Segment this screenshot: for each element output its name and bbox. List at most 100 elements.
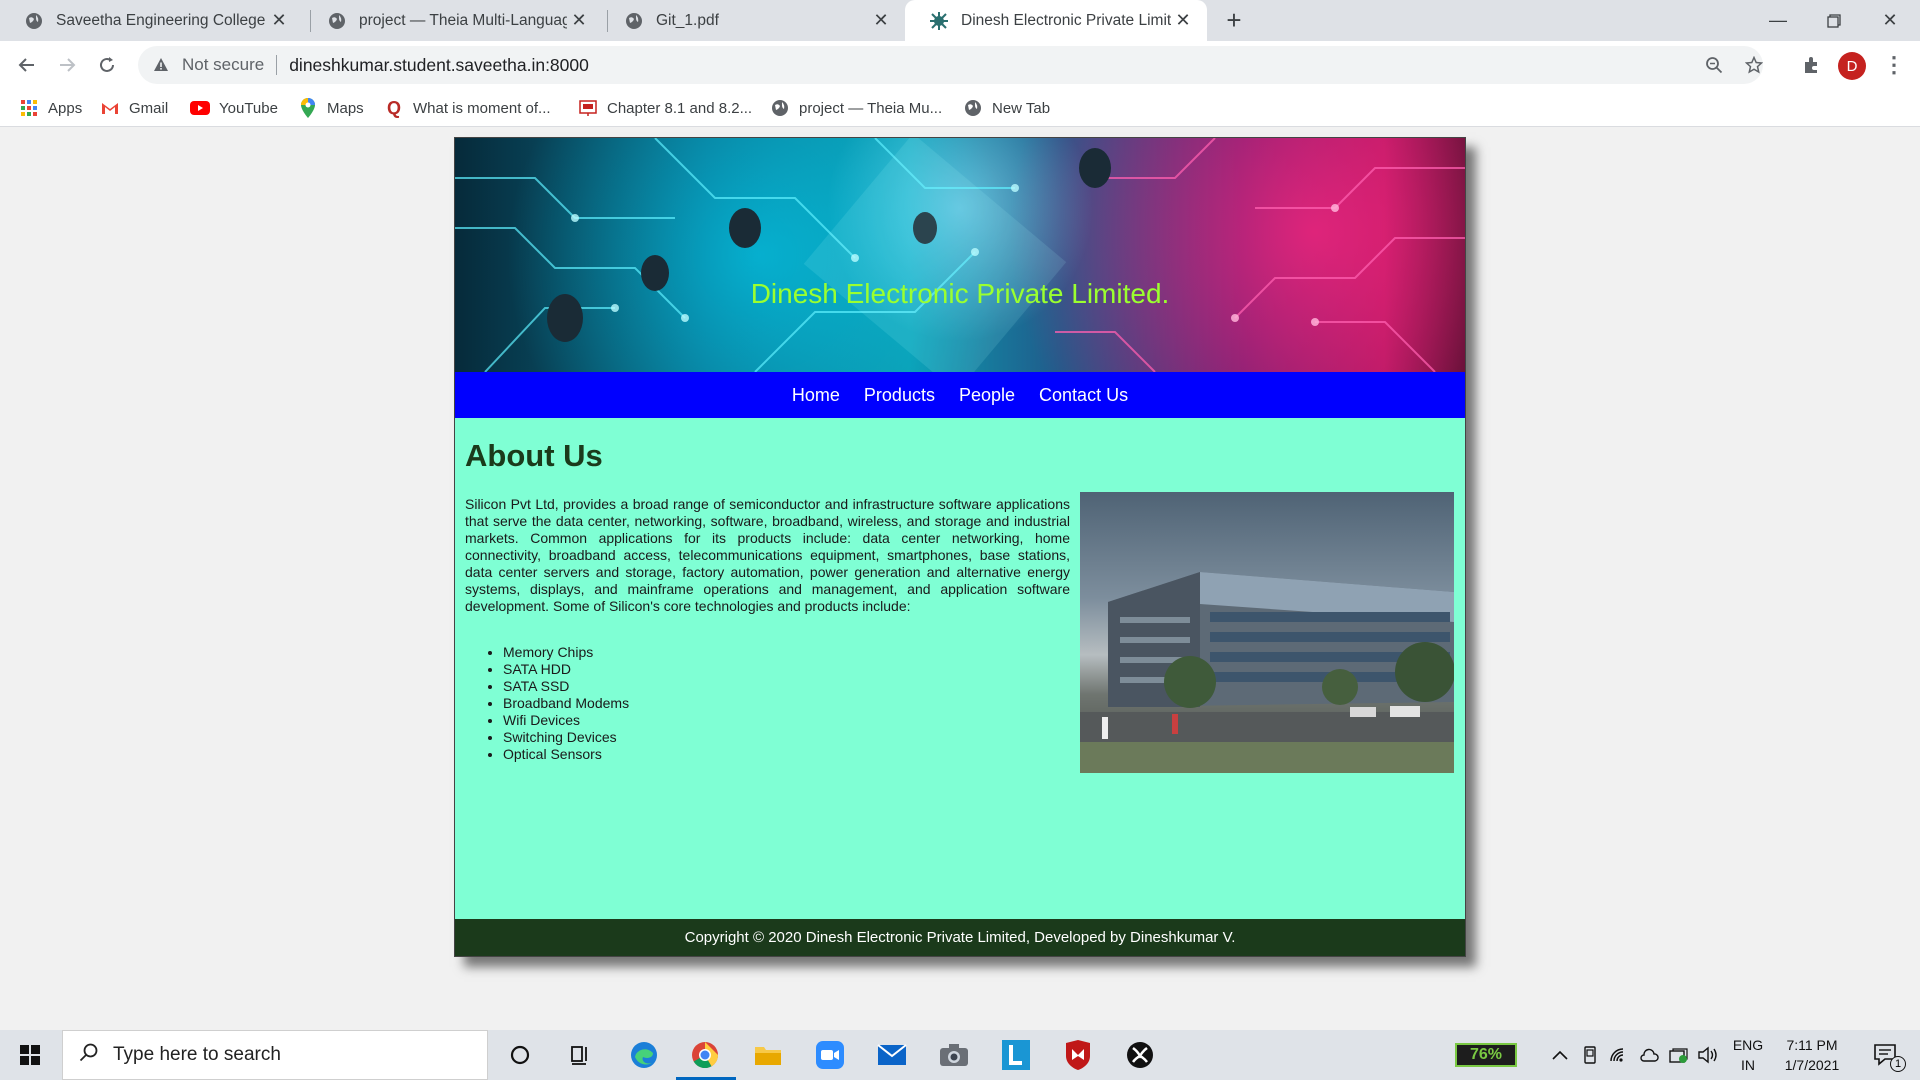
tab-title: Saveetha Engineering College (56, 11, 266, 29)
warning-icon[interactable] (150, 54, 172, 76)
close-window-button[interactable]: ✕ (1862, 0, 1918, 41)
notification-badge: 1 (1890, 1056, 1906, 1072)
list-item: Broadband Modems (503, 695, 629, 712)
list-item: Wifi Devices (503, 712, 629, 729)
product-list: Memory Chips SATA HDD SATA SSD Broadband… (503, 644, 629, 763)
website-container: Dinesh Electronic Private Limited. Home … (454, 137, 1466, 957)
bookmark-maps[interactable]: Maps (298, 89, 364, 127)
maps-icon (298, 98, 318, 118)
bookmark-chapter[interactable]: Chapter 8.1 and 8.2... (578, 89, 752, 127)
tab-title: Git_1.pdf (656, 11, 719, 29)
bookmark-label: project — Theia Mu... (799, 99, 943, 117)
mcafee-icon[interactable] (1056, 1030, 1100, 1080)
globe-icon (327, 11, 347, 31)
taskbar-search-box[interactable]: Type here to search (62, 1030, 488, 1080)
list-item: SATA HDD (503, 661, 629, 678)
quora-icon: Q (386, 97, 401, 118)
language-indicator[interactable]: ENG IN (1726, 1035, 1770, 1075)
battery-indicator[interactable]: 76% (1455, 1043, 1517, 1067)
close-icon[interactable]: ✕ (1171, 9, 1195, 33)
region-code: IN (1741, 1057, 1755, 1073)
lync-l-icon[interactable] (994, 1030, 1038, 1080)
back-button[interactable] (9, 47, 45, 83)
task-view-icon[interactable] (560, 1030, 600, 1080)
list-item: Switching Devices (503, 729, 629, 746)
profile-avatar[interactable]: D (1838, 52, 1866, 80)
windows-taskbar: Type here to search 76% ENG IN 7:11 PM 1… (0, 1030, 1920, 1080)
search-placeholder: Type here to search (113, 1044, 281, 1065)
minimize-button[interactable]: — (1750, 0, 1806, 41)
list-item: Memory Chips (503, 644, 629, 661)
apps-grid-icon (19, 98, 39, 118)
cloud-sync-icon[interactable] (1636, 1030, 1662, 1080)
chrome-icon[interactable] (682, 1030, 728, 1080)
bookmark-star-icon[interactable] (1736, 46, 1772, 84)
about-paragraph: Silicon Pvt Ltd, provides a broad range … (465, 496, 1070, 614)
bookmark-label: New Tab (992, 99, 1051, 117)
clock-date: 1/7/2021 (1784, 1057, 1840, 1073)
tab-saveetha[interactable]: Saveetha Engineering College ✕ (0, 0, 303, 41)
url-text[interactable]: dineshkumar.student.saveetha.in:8000 (289, 55, 589, 76)
bookmark-gmail[interactable]: Gmail (100, 89, 168, 127)
bookmark-apps[interactable]: Apps (19, 89, 82, 127)
bookmark-label: Chapter 8.1 and 8.2... (607, 99, 753, 117)
nav-contact-us[interactable]: Contact Us (1039, 385, 1128, 406)
security-label[interactable]: Not secure (182, 55, 264, 75)
gmail-icon (100, 98, 120, 118)
windows-start-icon[interactable] (0, 1030, 60, 1080)
wifi-icon[interactable] (1606, 1030, 1632, 1080)
close-icon[interactable]: ✕ (267, 9, 291, 33)
zoom-icon[interactable] (1696, 46, 1732, 84)
bookmark-quora[interactable]: Q What is moment of... (384, 89, 551, 127)
clock-time: 7:11 PM (1786, 1037, 1838, 1053)
camera-icon[interactable] (932, 1030, 976, 1080)
close-icon[interactable]: ✕ (567, 9, 591, 33)
file-explorer-icon[interactable] (746, 1030, 790, 1080)
device-icon[interactable] (1578, 1030, 1602, 1080)
circuit-board-image (455, 138, 1465, 372)
nav-people[interactable]: People (959, 385, 1015, 406)
chip-icon (929, 11, 949, 31)
tab-title: Dinesh Electronic Private Limited (961, 11, 1171, 29)
building-image (1080, 492, 1454, 773)
youtube-icon (190, 98, 210, 118)
menu-icon[interactable]: ⋮ (1878, 47, 1910, 83)
cortana-icon[interactable] (500, 1030, 540, 1080)
bookmark-youtube[interactable]: YouTube (190, 89, 278, 127)
xbox-icon[interactable] (1118, 1030, 1162, 1080)
browser-toolbar: Not secure dineshkumar.student.saveetha.… (0, 41, 1920, 89)
nav-home[interactable]: Home (792, 385, 840, 406)
edge-icon[interactable] (622, 1030, 666, 1080)
tab-theia[interactable]: project — Theia Multi-Language ✕ (303, 0, 603, 41)
tab-dinesh-electronic[interactable]: Dinesh Electronic Private Limited ✕ (905, 0, 1207, 41)
forward-button[interactable] (49, 47, 85, 83)
slides-icon (578, 98, 598, 118)
extensions-icon[interactable] (1794, 47, 1830, 83)
bookmark-label: Apps (48, 99, 83, 117)
bookmark-label: YouTube (219, 99, 278, 117)
language-code: ENG (1732, 1037, 1764, 1053)
restore-button[interactable] (1806, 0, 1862, 41)
close-icon[interactable]: ✕ (869, 9, 893, 33)
header-banner: Dinesh Electronic Private Limited. (455, 138, 1465, 372)
bookmark-theia[interactable]: project — Theia Mu... (770, 89, 942, 127)
mail-icon[interactable] (870, 1030, 914, 1080)
volume-icon[interactable] (1696, 1030, 1722, 1080)
zoom-app-icon[interactable] (808, 1030, 852, 1080)
reload-button[interactable] (89, 47, 125, 83)
footer: Copyright © 2020 Dinesh Electronic Priva… (455, 919, 1465, 956)
tab-git-pdf[interactable]: Git_1.pdf ✕ (600, 0, 905, 41)
new-tab-button[interactable]: + (1218, 4, 1250, 36)
nav-products[interactable]: Products (864, 385, 935, 406)
security-shield-icon[interactable] (1666, 1030, 1692, 1080)
globe-icon (624, 11, 644, 31)
address-bar[interactable]: Not secure dineshkumar.student.saveetha.… (138, 46, 1763, 84)
clock[interactable]: 7:11 PM 1/7/2021 (1776, 1035, 1848, 1075)
page-title: About Us (465, 438, 603, 473)
banner-title: Dinesh Electronic Private Limited. (750, 278, 1170, 309)
notification-center-icon[interactable]: 1 (1864, 1030, 1908, 1080)
chevron-up-icon[interactable] (1548, 1030, 1572, 1080)
bookmark-new-tab[interactable]: New Tab (963, 89, 1050, 127)
bookmark-label: What is moment of... (413, 99, 551, 117)
globe-icon (963, 98, 983, 118)
